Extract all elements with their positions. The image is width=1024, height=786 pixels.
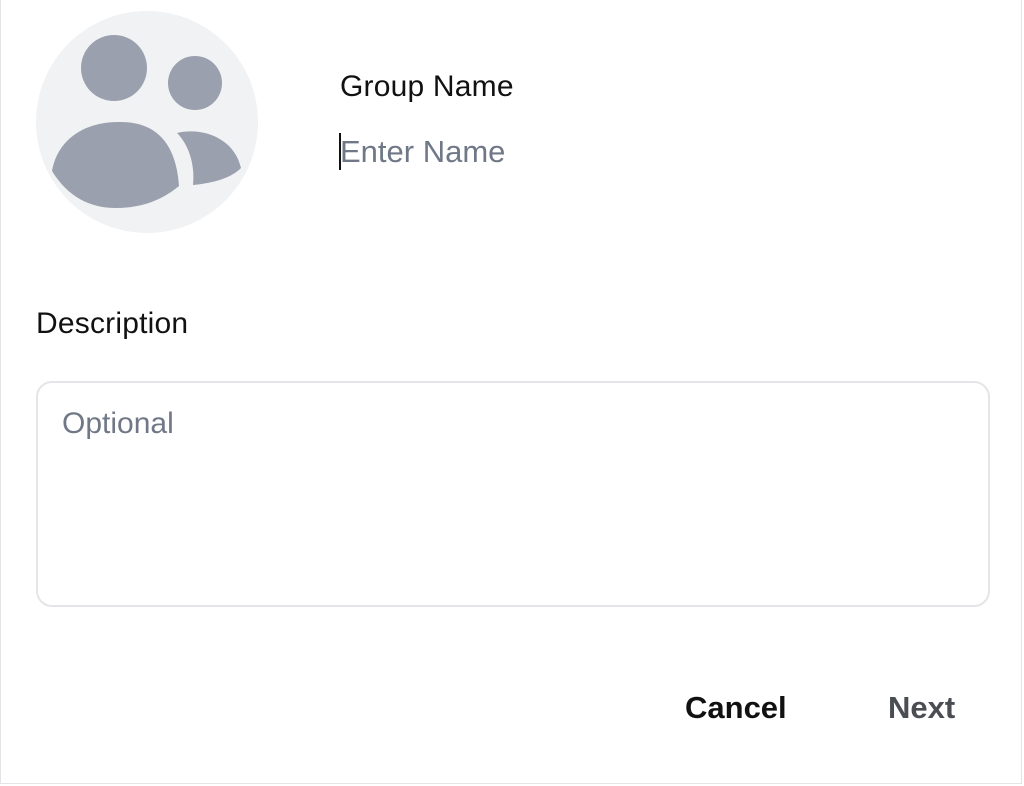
description-textarea[interactable] bbox=[36, 381, 990, 607]
group-name-input[interactable] bbox=[338, 130, 980, 174]
group-avatar[interactable] bbox=[36, 11, 258, 233]
create-group-dialog: Group Name Description Cancel Next bbox=[0, 0, 1022, 784]
group-name-label: Group Name bbox=[340, 70, 514, 103]
cancel-button[interactable]: Cancel bbox=[685, 690, 787, 726]
description-label: Description bbox=[36, 307, 189, 340]
group-icon bbox=[52, 35, 241, 208]
text-cursor bbox=[339, 133, 341, 170]
next-button[interactable]: Next bbox=[888, 690, 955, 726]
